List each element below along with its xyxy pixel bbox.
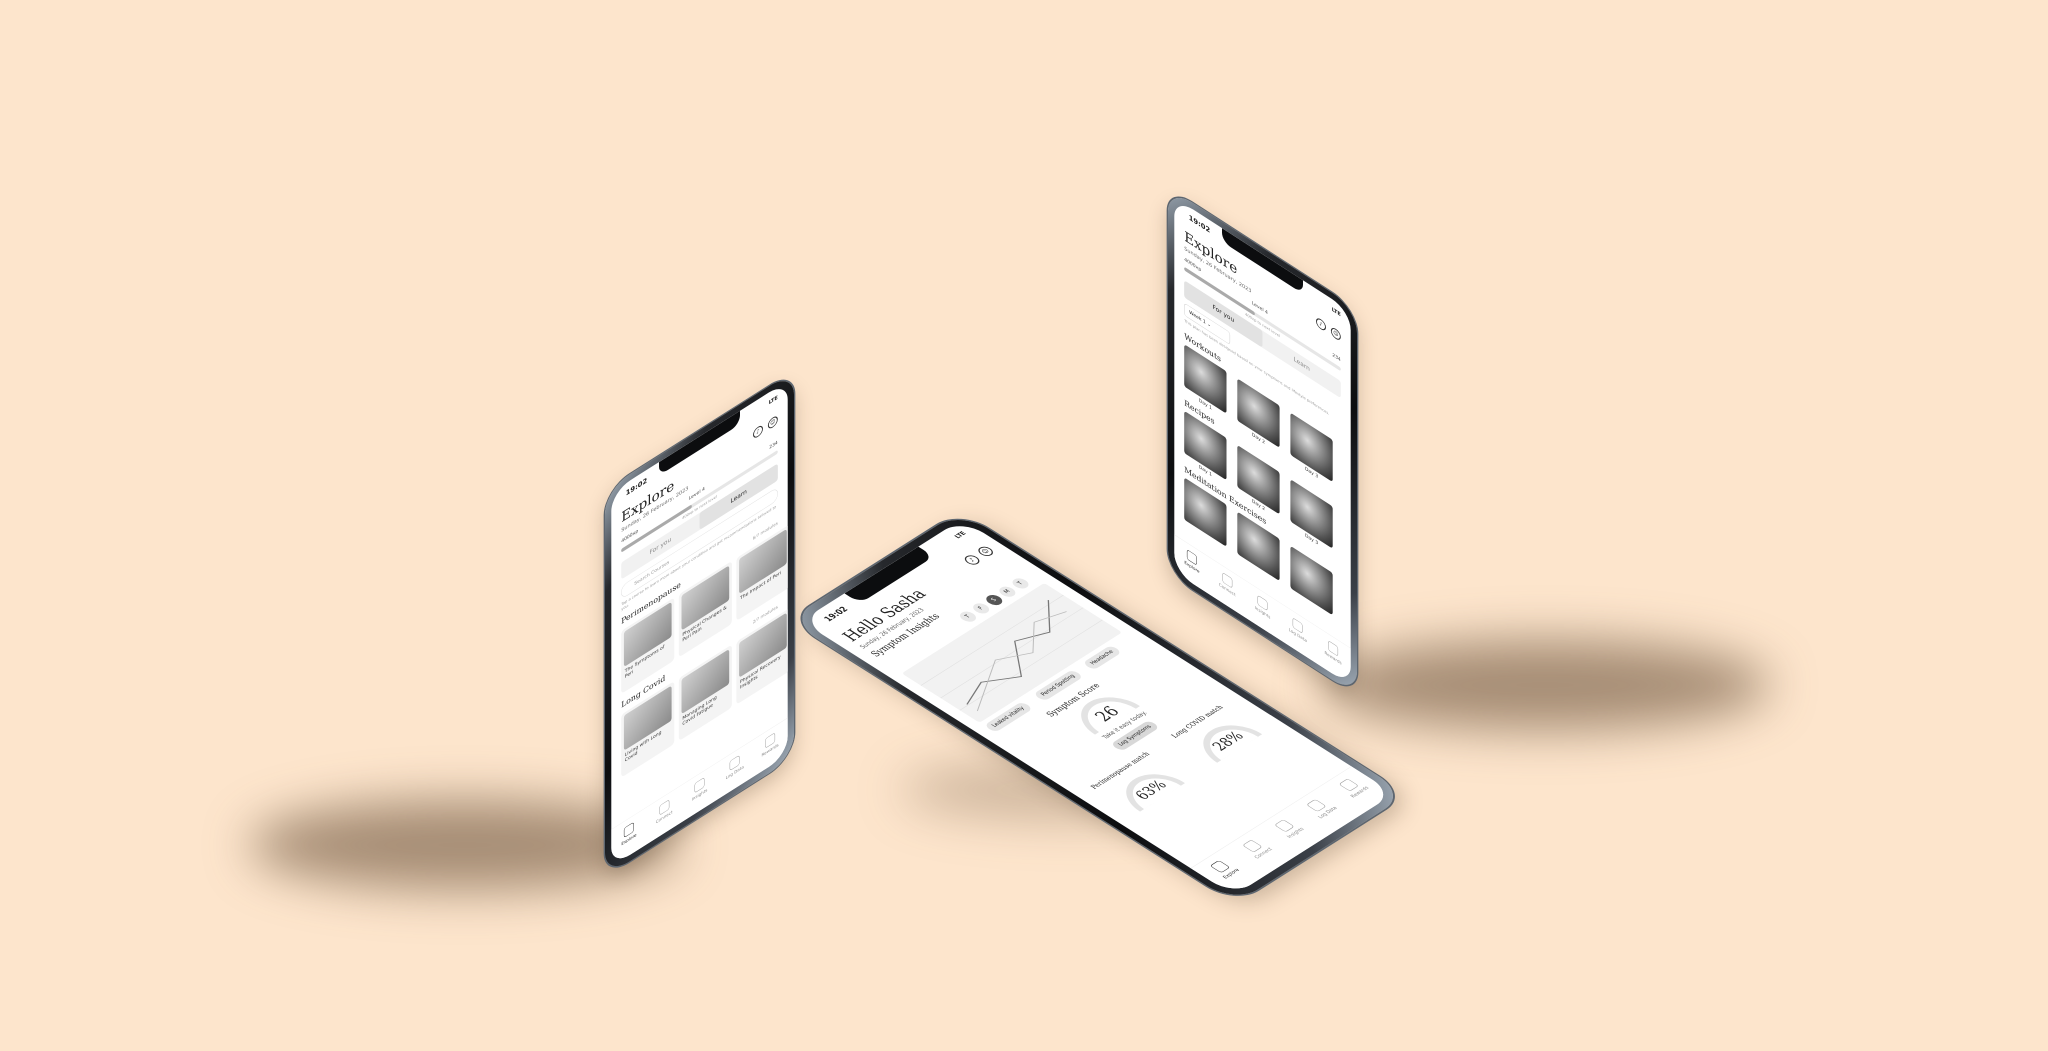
status-carrier: LTE bbox=[768, 394, 778, 406]
streak-days: 234 bbox=[769, 439, 778, 451]
course-card[interactable]: Managing Long Covid Fatigue bbox=[678, 644, 732, 742]
connect-icon bbox=[1241, 839, 1263, 853]
phone-left-screen: 19:02 LTE Explore Sunday, 26 February, 2… bbox=[611, 380, 788, 867]
course-card[interactable]: Physical Changes & Peri Pain bbox=[678, 560, 732, 658]
tab-insights[interactable]: Insights bbox=[682, 769, 717, 808]
course-card[interactable]: Physical Recovery Insights bbox=[736, 608, 788, 705]
header-icons: ♪ ☺ bbox=[959, 544, 996, 568]
header-icons: ♪ ☺ bbox=[1313, 314, 1341, 343]
tab-log-data[interactable]: Log Data bbox=[1280, 609, 1315, 649]
profile-icon[interactable]: ☺ bbox=[1330, 325, 1341, 343]
tab-log-data[interactable]: Log Data bbox=[717, 747, 752, 786]
tab-explore[interactable]: Explore bbox=[1174, 541, 1209, 581]
mockup-scene: 19:02 LTE Explore Sunday, 26 February, 2… bbox=[0, 0, 2048, 1051]
profile-icon[interactable]: ☺ bbox=[975, 544, 996, 558]
phone-right-shadow bbox=[1320, 640, 1770, 730]
phone-right-screen: 19:02 LTE Explore Sunday, 26 February, 2… bbox=[1174, 197, 1351, 686]
insights-icon bbox=[1274, 819, 1295, 833]
tab-explore[interactable]: Explore bbox=[611, 814, 646, 853]
chevron-down-icon: ⌄ bbox=[1207, 321, 1211, 329]
streak-days: 234 bbox=[1332, 352, 1341, 363]
header-icons: ♪ ☺ bbox=[750, 414, 778, 442]
tab-connect[interactable]: Connect bbox=[647, 791, 682, 830]
status-carrier: LTE bbox=[952, 530, 968, 540]
phone-left: 19:02 LTE Explore Sunday, 26 February, 2… bbox=[605, 370, 794, 877]
meditation-thumbnail[interactable] bbox=[1290, 545, 1333, 616]
tab-rewards[interactable]: Rewards bbox=[1315, 632, 1350, 672]
profile-icon[interactable]: ☺ bbox=[767, 414, 778, 431]
status-carrier: LTE bbox=[1331, 305, 1341, 318]
tab-rewards[interactable]: Rewards bbox=[752, 724, 787, 763]
bottom-tab-bar: Explore Connect Insights Log Data Reward… bbox=[1190, 766, 1395, 896]
bell-icon[interactable]: ♪ bbox=[961, 553, 983, 567]
tab-connect[interactable]: Connect bbox=[1210, 564, 1245, 604]
bell-icon[interactable]: ♪ bbox=[753, 423, 763, 440]
status-time: 19:02 bbox=[1188, 212, 1211, 235]
course-card[interactable]: The Impact of Peri bbox=[736, 524, 788, 621]
tab-insights[interactable]: Insights bbox=[1245, 587, 1280, 627]
log-data-icon bbox=[1306, 798, 1327, 812]
status-time: 19:02 bbox=[821, 604, 851, 624]
notch bbox=[659, 410, 740, 476]
bell-icon[interactable]: ♪ bbox=[1316, 316, 1326, 333]
phone-right: 19:02 LTE Explore Sunday, 26 February, 2… bbox=[1168, 187, 1357, 696]
explore-icon bbox=[1209, 860, 1231, 874]
rewards-icon bbox=[1338, 778, 1359, 792]
